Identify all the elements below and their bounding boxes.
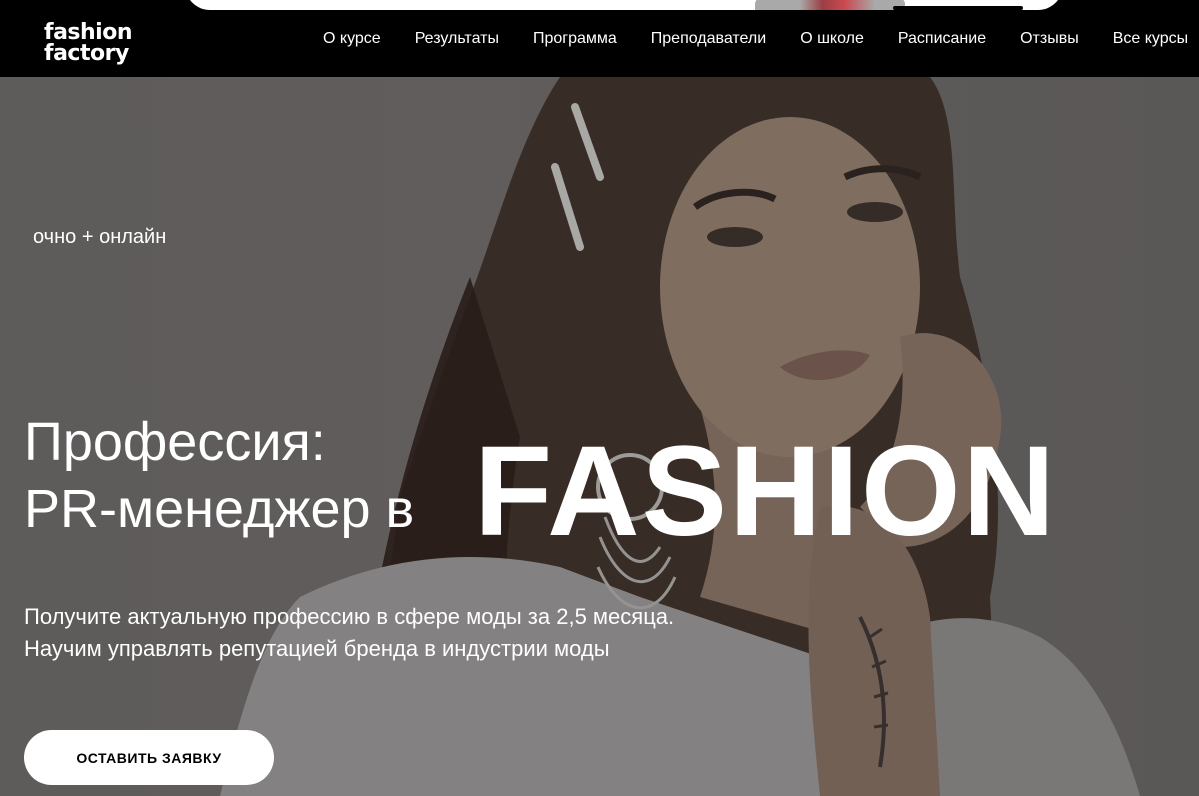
nav-item-all-courses[interactable]: Все курсы (1113, 12, 1188, 66)
top-bar-dark-strip (893, 6, 1023, 10)
nav-item-program[interactable]: Программа (533, 12, 617, 66)
nav-item-reviews[interactable]: Отзывы (1020, 12, 1079, 66)
hero-title-highlight: FASHION (474, 420, 1057, 563)
hero-subtitle-line-1: Получите актуальную профессию в сфере мо… (24, 604, 675, 629)
hero-subtitle: Получите актуальную профессию в сфере мо… (24, 601, 674, 665)
hero-section: очно + онлайн Профессия: PR-менеджер в F… (0, 77, 1199, 796)
hero-title-line-1: Профессия: (24, 412, 326, 472)
logo-line-2: factory (44, 41, 129, 66)
nav-item-results[interactable]: Результаты (415, 12, 499, 66)
nav-item-teachers[interactable]: Преподаватели (651, 12, 766, 66)
logo-line-1: fashion (44, 20, 133, 45)
hero-title-line-2: PR-менеджер в (24, 479, 415, 539)
submit-application-button[interactable]: ОСТАВИТЬ ЗАЯВКУ (24, 730, 274, 785)
site-header: fashion factory О курсе Результаты Прогр… (0, 0, 1199, 77)
nav-item-about[interactable]: О курсе (323, 12, 381, 66)
nav-item-school[interactable]: О школе (800, 12, 864, 66)
top-floating-bar (185, 0, 1063, 10)
hero-subtitle-line-2: Научим управлять репутацией бренда в инд… (24, 636, 610, 661)
logo[interactable]: fashion factory (44, 20, 144, 66)
format-tag: очно + онлайн (33, 226, 167, 248)
main-nav: О курсе Результаты Программа Преподавате… (323, 0, 1199, 77)
hero-title: Профессия: PR-менеджер в (24, 409, 414, 543)
nav-item-schedule[interactable]: Расписание (898, 12, 986, 66)
top-bar-image-fragment (755, 0, 905, 10)
